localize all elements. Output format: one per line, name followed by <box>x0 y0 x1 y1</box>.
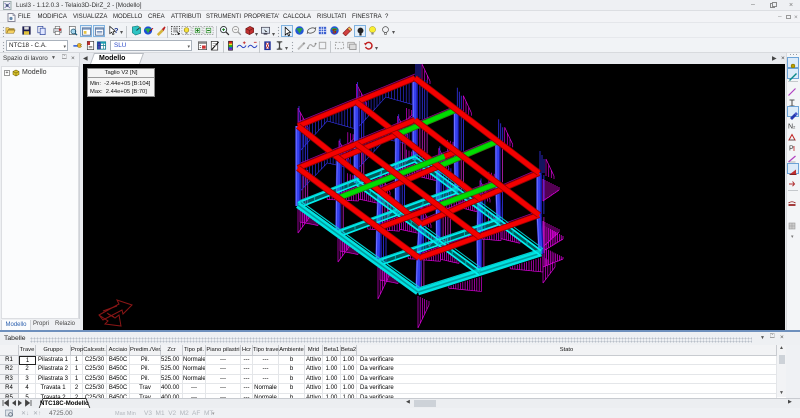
svg-text:S: S <box>332 29 337 36</box>
svg-text:?: ? <box>114 26 119 35</box>
